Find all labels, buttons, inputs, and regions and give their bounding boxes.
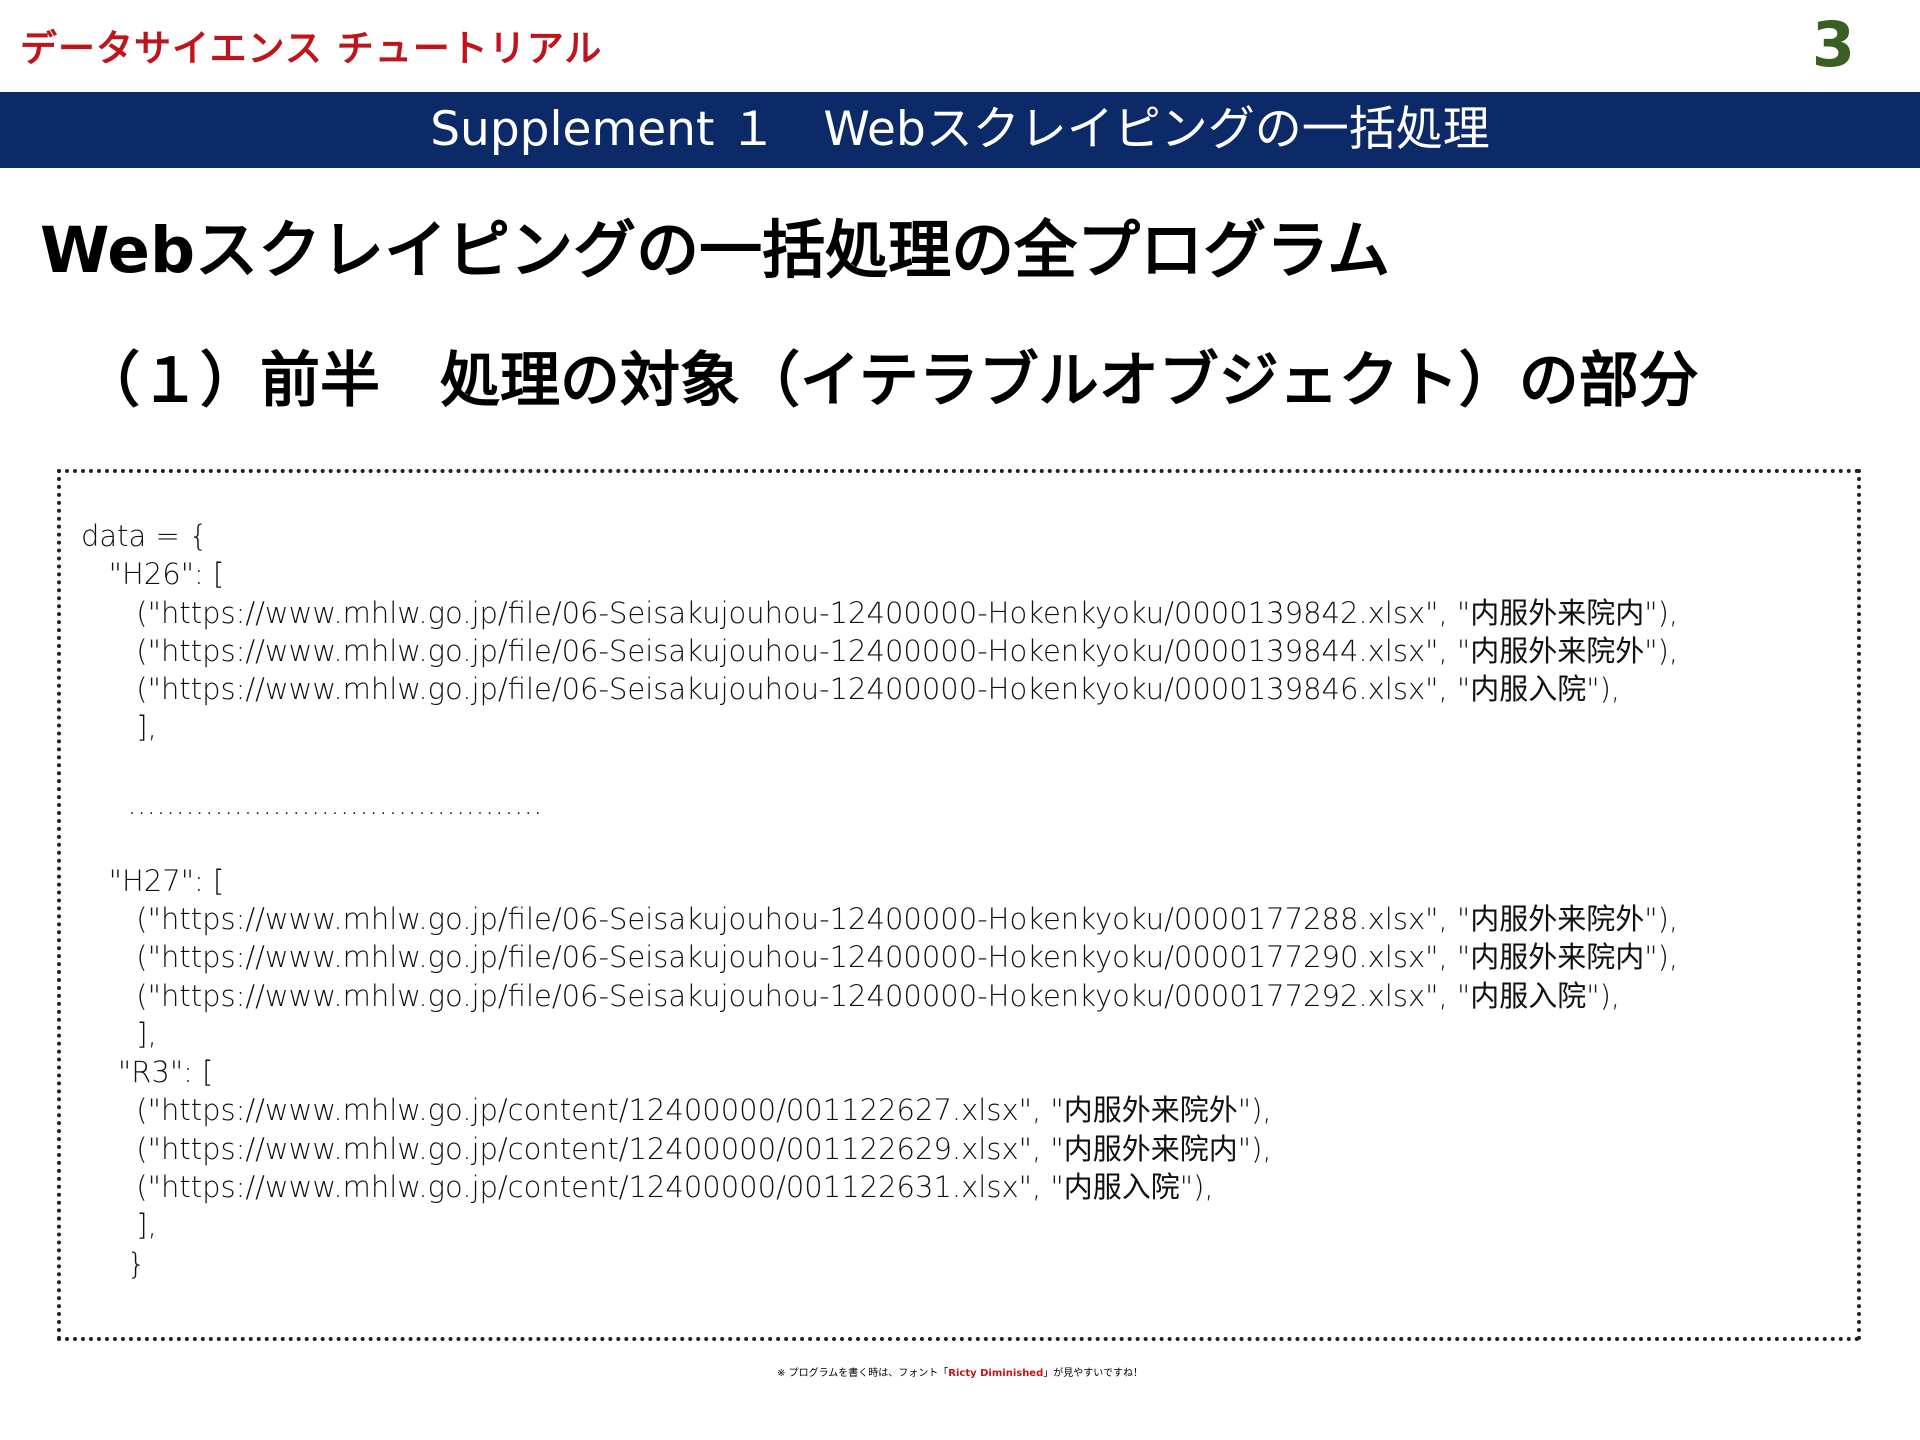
code-line: } — [81, 1246, 146, 1281]
section-subtitle: （１）前半 処理の対象（イテラブルオブジェクト）の部分 — [80, 346, 1699, 416]
brand-title: データサイエンス チュートリアル — [20, 27, 603, 70]
code-line: ], — [81, 1016, 157, 1051]
code-line: ("https://www.mhlw.go.jp/content/1240000… — [81, 1093, 1272, 1128]
code-line: "H26": [ — [81, 557, 225, 592]
code-line: ("https://www.mhlw.go.jp/file/06-Seisaku… — [81, 940, 1679, 975]
code-line: "H27": [ — [81, 863, 225, 898]
code-line: ("https://www.mhlw.go.jp/file/06-Seisaku… — [81, 633, 1679, 668]
code-line: ("https://www.mhlw.go.jp/file/06-Seisaku… — [81, 901, 1679, 936]
code-line: ("https://www.mhlw.go.jp/file/06-Seisaku… — [81, 595, 1679, 630]
code-line: ("https://www.mhlw.go.jp/content/1240000… — [81, 1170, 1214, 1205]
note-suffix: 」が見やすいですね！ — [1043, 1368, 1143, 1379]
footer-note: ※ プログラムを書く時は、フォント「Ricty Diminished」が見やすい… — [0, 1364, 1920, 1379]
code-block: data = { "H26": [ ("https://www.mhlw.go.… — [57, 469, 1861, 1341]
note-font-name: Ricty Diminished — [948, 1368, 1044, 1379]
code-line: ], — [81, 710, 157, 745]
code-line: ("https://www.mhlw.go.jp/file/06-Seisaku… — [81, 672, 1621, 707]
code-line: data = { — [81, 519, 208, 553]
code-line: ("https://www.mhlw.go.jp/file/06-Seisaku… — [81, 978, 1621, 1013]
page-title: Webスクレイピングの一括処理の全プログラム — [40, 214, 1391, 287]
code-line: ……………………………………. — [81, 787, 543, 822]
note-prefix: ※ プログラムを書く時は、フォント「 — [777, 1368, 949, 1379]
code-line: ], — [81, 1208, 157, 1243]
code-line: ("https://www.mhlw.go.jp/content/1240000… — [81, 1131, 1272, 1166]
page-number: 3 — [1811, 8, 1855, 81]
code-text: data = { "H26": [ ("https://www.mhlw.go.… — [81, 517, 1678, 1283]
code-line: "R3": [ — [81, 1055, 214, 1090]
section-banner: Supplement １ Webスクレイピングの一括処理 — [0, 92, 1920, 168]
